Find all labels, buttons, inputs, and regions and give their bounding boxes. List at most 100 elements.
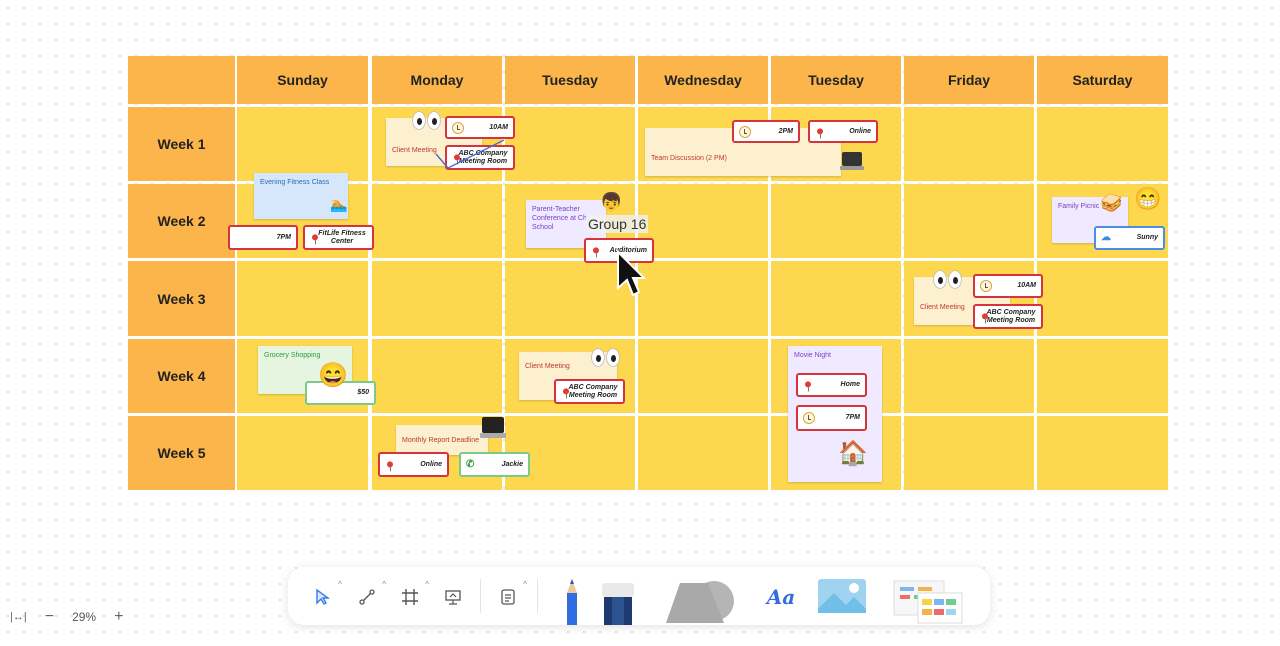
header-corner — [128, 56, 235, 104]
row-week-4[interactable]: Week 4 — [128, 339, 235, 413]
location-text: ABC Company Meeting Room — [986, 308, 1036, 324]
calendar-cell[interactable] — [638, 339, 768, 413]
calendar-cell[interactable] — [904, 107, 1034, 181]
clock-icon — [980, 280, 992, 292]
note-title: Movie Night — [794, 352, 831, 359]
header-friday[interactable]: Friday — [904, 56, 1034, 104]
location-tag-w4-thursday[interactable]: Home — [796, 373, 867, 397]
note-title: Client Meeting — [525, 363, 570, 370]
text-template-tool-button[interactable]: ^ — [495, 580, 527, 610]
pin-icon — [817, 127, 823, 138]
time-tag-w2-sunday[interactable]: 7PM — [228, 225, 298, 250]
note-title: Evening Fitness Class — [260, 179, 330, 186]
note-title: Monthly Report Deadline — [402, 437, 480, 444]
row-week-2[interactable]: Week 2 — [128, 184, 235, 258]
calendar-cell[interactable] — [372, 184, 502, 258]
zoom-in-button[interactable]: + — [114, 608, 123, 626]
header-saturday[interactable]: Saturday — [1037, 56, 1168, 104]
select-tool-button[interactable]: ^ — [310, 580, 342, 610]
note-title: Client Meeting — [392, 147, 437, 154]
calendar-cell[interactable] — [237, 261, 368, 336]
weather-text: Sunny — [1136, 234, 1158, 241]
row-week-1[interactable]: Week 1 — [128, 107, 235, 181]
time-tag-w3-friday[interactable]: 10AM — [973, 274, 1043, 298]
zoom-out-button[interactable]: − — [45, 608, 54, 626]
presentation-icon — [445, 590, 461, 605]
calendar-cell[interactable] — [638, 261, 768, 336]
calendar-cell[interactable] — [237, 107, 368, 181]
location-text: Online — [849, 127, 871, 135]
calendar-cell[interactable] — [372, 261, 502, 336]
document-icon — [501, 589, 515, 605]
cloud-icon: ☁ — [1101, 232, 1111, 243]
caret-icon: ^ — [338, 580, 342, 589]
fit-width-button[interactable]: |↔| — [10, 611, 27, 623]
calendar-cell[interactable] — [1037, 339, 1168, 413]
time-tag-w4-thursday[interactable]: 7PM — [796, 405, 867, 431]
calendar-cell[interactable] — [1037, 107, 1168, 181]
presentation-tool-button[interactable] — [440, 584, 466, 610]
location-tag-w5-monday[interactable]: Online — [378, 452, 449, 477]
time-text: 10AM — [1017, 282, 1036, 289]
marker-tool-button[interactable] — [602, 583, 634, 625]
calendar-cell[interactable] — [638, 416, 768, 490]
time-tag-w1-monday[interactable]: 10AM — [445, 116, 515, 139]
caret-icon: ^ — [425, 580, 429, 589]
calendar-cell[interactable] — [771, 184, 901, 258]
toolbar-divider — [537, 579, 538, 613]
header-sunday[interactable]: Sunday — [237, 56, 368, 104]
calendar-cell[interactable] — [237, 416, 368, 490]
pin-icon — [312, 233, 318, 244]
caret-icon: ^ — [523, 580, 527, 589]
text-style-tool-button[interactable]: Aa — [762, 583, 800, 611]
zoom-level[interactable]: 29% — [72, 610, 96, 624]
calendar-cell[interactable] — [505, 107, 635, 181]
calendar-cell[interactable] — [1037, 261, 1168, 336]
eyes-emoji-icon — [934, 271, 964, 291]
contact-tag-w5-monday[interactable]: ✆ Jackie — [459, 452, 530, 477]
note-title: Client Meeting — [920, 304, 965, 311]
time-tag-w1-wed[interactable]: 2PM — [732, 120, 800, 143]
shapes-tool-button[interactable] — [662, 579, 738, 625]
house-emoji-icon: 🏠 — [838, 440, 868, 467]
row-week-5[interactable]: Week 5 — [128, 416, 235, 490]
weather-tag-w2-saturday[interactable]: ☁ Sunny — [1094, 226, 1165, 250]
header-thursday[interactable]: Tuesday — [771, 56, 901, 104]
location-tag-w2-sunday[interactable]: FitLife Fitness Center — [303, 225, 374, 250]
calendar-cell[interactable] — [904, 184, 1034, 258]
pin-icon — [593, 246, 599, 257]
note-title: Family Picnic — [1058, 203, 1100, 210]
location-tag-w4-tuesday[interactable]: ABC Company Meeting Room — [554, 379, 625, 404]
calendar-cell[interactable] — [904, 339, 1034, 413]
row-week-3[interactable]: Week 3 — [128, 261, 235, 336]
image-tool-button[interactable] — [818, 579, 866, 617]
note-monthly-report[interactable]: Monthly Report Deadline — [396, 425, 488, 455]
toolbar-divider — [480, 579, 481, 613]
calendar-cell[interactable] — [638, 184, 768, 258]
clock-icon — [452, 121, 464, 134]
swimmer-emoji-icon: 🏊 — [330, 196, 348, 212]
header-monday[interactable]: Monday — [372, 56, 502, 104]
pen-tool-button[interactable] — [564, 579, 580, 625]
sandwich-emoji-icon: 🥪 — [1100, 193, 1123, 213]
image-icon — [818, 579, 866, 613]
location-text: ABC Company Meeting Room — [568, 383, 618, 399]
connector-tool-button[interactable]: ^ — [354, 580, 386, 610]
mouse-cursor-icon — [617, 250, 646, 297]
clock-icon — [739, 125, 751, 138]
zoom-controls: |↔| − 29% + — [10, 608, 123, 626]
calendar-cell[interactable] — [904, 416, 1034, 490]
calendar-cell[interactable] — [372, 339, 502, 413]
templates-tool-button[interactable] — [890, 577, 966, 625]
header-wednesday[interactable]: Wednesday — [638, 56, 768, 104]
location-tag-w3-friday[interactable]: ABC Company Meeting Room — [973, 304, 1043, 329]
laptop-icon — [480, 417, 506, 443]
header-tuesday[interactable]: Tuesday — [505, 56, 635, 104]
frame-tool-button[interactable]: ^ — [397, 580, 429, 610]
shapes-icon — [666, 581, 734, 623]
calendar-cell[interactable] — [771, 261, 901, 336]
calendar-cell[interactable] — [1037, 416, 1168, 490]
location-tag-w1-wed[interactable]: Online — [808, 120, 878, 143]
phone-icon: ✆ — [466, 458, 475, 470]
grin-emoji-icon: 😁 — [1134, 186, 1162, 211]
